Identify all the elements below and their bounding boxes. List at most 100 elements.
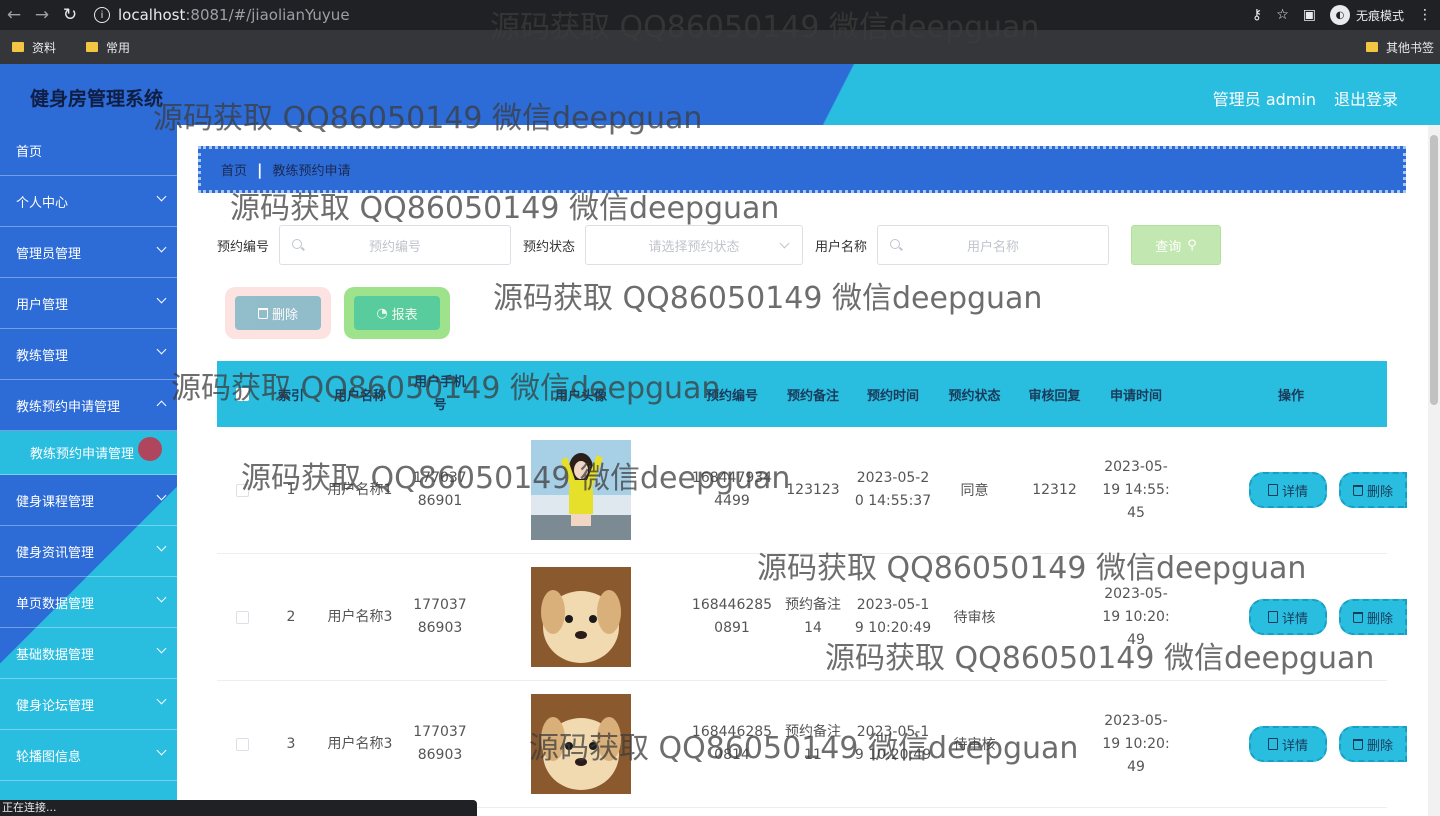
report-button[interactable]: ◔ 报表 [344, 287, 450, 339]
delete-button[interactable]: 删除 [1339, 599, 1407, 635]
page-scrollbar[interactable] [1428, 125, 1440, 816]
booking-status-label: 预约状态 [523, 239, 576, 255]
search-icon: ⚲ [1187, 237, 1197, 253]
cell-status: 待审核 [953, 610, 996, 626]
address-bar[interactable]: i localhost :8081/#/jiaolianYuyue [94, 0, 350, 30]
browser-toolbar: ← → ↻ i localhost :8081/#/jiaolianYuyue … [0, 0, 1440, 30]
bookmark-folder[interactable]: 资料 [12, 39, 56, 56]
column-header: 预约时间 [866, 388, 919, 404]
key-icon[interactable]: ⚷ [1252, 7, 1262, 23]
sidebar-item-base-data[interactable]: 基础数据管理 [0, 628, 177, 679]
sidebar-item-coach-booking[interactable]: 教练预约申请管理 [0, 380, 177, 431]
trash-icon [257, 307, 268, 319]
row-checkbox[interactable] [235, 610, 249, 624]
cell-booking-time: 2023-05-19 10:20:49 [854, 724, 932, 763]
query-button[interactable]: 查询 ⚲ [1131, 225, 1222, 265]
chevron-down-icon [156, 242, 167, 253]
logout-link[interactable]: 退出登录 [1334, 86, 1398, 110]
cell-phone: 17703786901 [413, 470, 467, 509]
sidepanel-icon[interactable]: ▣ [1303, 7, 1316, 23]
sidebar: 首页 个人中心 管理员管理 用户管理 教练管理 教练预约申请管理 教练预约申请管… [0, 125, 177, 816]
detail-button[interactable]: 详情 [1249, 599, 1327, 635]
document-icon [1267, 611, 1278, 623]
user-name-input[interactable]: 用户名称 [877, 225, 1110, 265]
row-checkbox[interactable] [235, 483, 249, 497]
cell-note: 预约备注14 [785, 597, 841, 636]
cell-note: 123123 [786, 481, 840, 498]
column-header: 用户手机号 [413, 375, 466, 413]
chevron-up-icon [156, 400, 167, 411]
chevron-down-icon [156, 191, 167, 202]
booking-table: 索引 用户名称 用户手机号 用户头像 预约编号 预约备注 预约时间 预约状态 审… [217, 361, 1407, 808]
bookmark-folder[interactable]: 常用 [86, 39, 130, 56]
cell-phone: 17703786903 [413, 724, 467, 763]
sidebar-item-forum[interactable]: 健身论坛管理 [0, 679, 177, 730]
cell-status: 同意 [960, 483, 989, 499]
column-header: 用户名称 [333, 388, 386, 404]
delete-button[interactable]: 删除 [1339, 726, 1407, 762]
breadcrumb-current: 教练预约申请 [272, 164, 351, 179]
sidebar-item-pages[interactable]: 单页数据管理 [0, 577, 177, 628]
info-icon[interactable]: i [94, 7, 110, 23]
chevron-down-icon [156, 643, 167, 654]
sidebar-item-admins[interactable]: 管理员管理 [0, 227, 177, 278]
star-icon[interactable]: ☆ [1276, 7, 1289, 23]
cell-reply: 12312 [1032, 482, 1077, 498]
sidebar-item-courses[interactable]: 健身课程管理 [0, 475, 177, 526]
detail-button[interactable]: 详情 [1249, 472, 1327, 508]
breadcrumb-home[interactable]: 首页 [221, 160, 247, 179]
batch-delete-button[interactable]: 删除 [225, 287, 331, 339]
chevron-down-icon [156, 694, 167, 705]
column-header: 审核回复 [1028, 388, 1081, 404]
sidebar-item-carousel[interactable]: 轮播图信息 [0, 730, 177, 781]
folder-icon [86, 42, 99, 52]
chevron-down-icon [156, 745, 167, 756]
search-icon [890, 239, 901, 249]
forward-icon[interactable]: → [28, 5, 56, 25]
sidebar-item-users[interactable]: 用户管理 [0, 278, 177, 329]
cell-phone: 17703786903 [413, 597, 467, 636]
column-header: 预约状态 [948, 388, 1001, 404]
app-title: 健身房管理系统 [30, 88, 164, 110]
delete-button[interactable]: 删除 [1339, 472, 1407, 508]
cell-booking-time: 2023-05-20 14:55:37 [854, 470, 932, 509]
sidebar-item-coaches[interactable]: 教练管理 [0, 329, 177, 380]
url-path: :8081/#/jiaolianYuyue [185, 6, 350, 24]
table-row: 3 用户名称3 17703786903 1684462850814 预约备注11… [217, 681, 1407, 808]
folder-icon [1365, 42, 1378, 52]
back-icon[interactable]: ← [0, 5, 28, 25]
chevron-down-icon [156, 490, 167, 501]
column-header: 操作 [1277, 388, 1304, 404]
chevron-down-icon [156, 592, 167, 603]
more-menu-icon[interactable]: ⋮ [1418, 7, 1432, 23]
user-avatar-puppy [531, 694, 631, 794]
detail-button[interactable]: 详情 [1249, 726, 1327, 762]
booking-code-input[interactable]: 预约编号 [279, 225, 512, 265]
cell-note: 预约备注11 [785, 724, 841, 763]
document-icon [1267, 738, 1278, 750]
incognito-indicator[interactable]: ◐ 无痕模式 [1329, 5, 1404, 25]
row-checkbox[interactable] [235, 737, 249, 751]
scroll-thumb[interactable] [1430, 135, 1438, 405]
sidebar-subitem-coach-booking[interactable]: 教练预约申请管理 [0, 431, 177, 475]
cell-apply-time: 2023-05-19 14:55:45 [1102, 458, 1170, 521]
app-header: 健身房管理系统 管理员 admin 退出登录 [0, 64, 1440, 125]
cell-user-name: 用户名称3 [327, 608, 393, 625]
reload-icon[interactable]: ↻ [56, 5, 84, 25]
sidebar-item-news[interactable]: 健身资讯管理 [0, 526, 177, 577]
select-all-checkbox[interactable] [235, 387, 249, 401]
breadcrumb-separator: | [257, 160, 263, 179]
column-header: 预约编号 [705, 388, 758, 404]
browser-status-bar: 正在连接... [0, 800, 477, 816]
bookmarks-bar: 资料 常用 其他书签 [0, 30, 1440, 64]
current-user: 管理员 admin [1212, 90, 1316, 109]
user-name-label: 用户名称 [815, 239, 868, 255]
cell-index: 1 [286, 482, 296, 498]
booking-status-select[interactable]: 请选择预约状态 [585, 225, 804, 265]
other-bookmarks[interactable]: 其他书签 [1365, 39, 1434, 56]
sidebar-item-profile[interactable]: 个人中心 [0, 176, 177, 227]
chevron-down-icon [156, 541, 167, 552]
chevron-down-icon [779, 238, 790, 249]
sidebar-item-home[interactable]: 首页 [0, 125, 177, 176]
cell-booking-code: 1684462850814 [691, 724, 773, 763]
